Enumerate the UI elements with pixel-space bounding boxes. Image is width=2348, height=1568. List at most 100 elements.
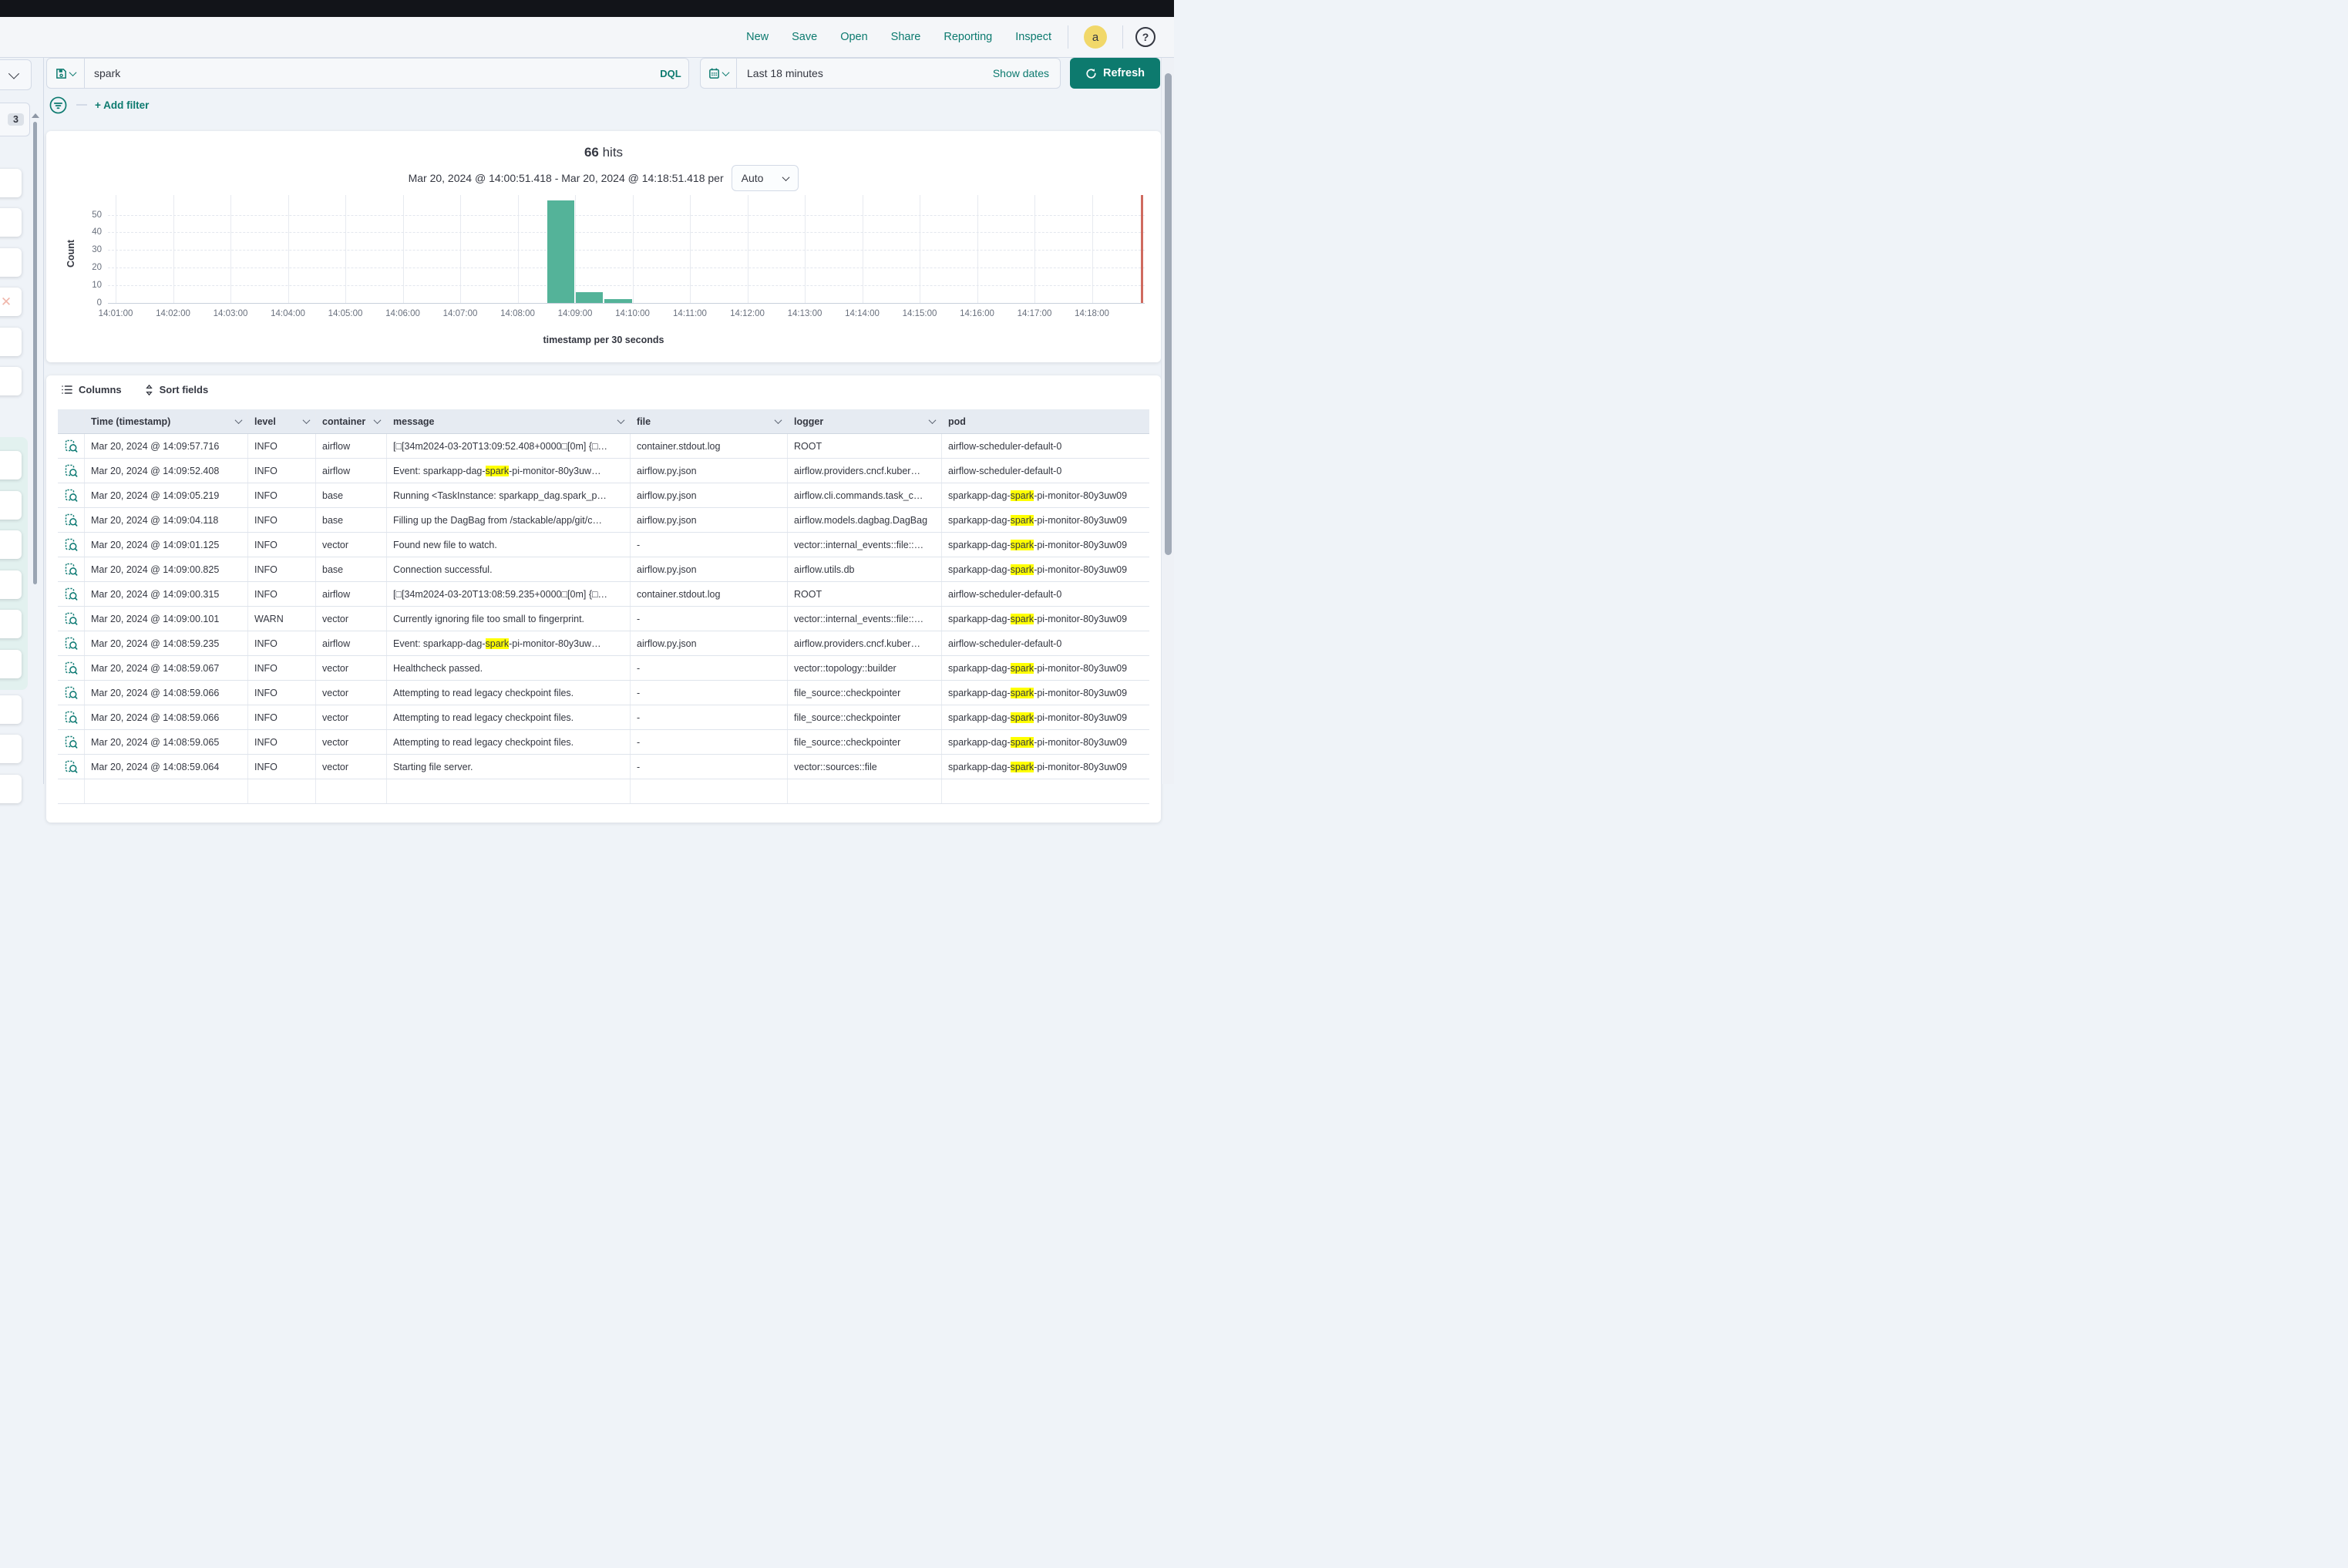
nav-new[interactable]: New [735, 31, 780, 43]
histogram-bar[interactable] [604, 299, 631, 303]
nav-reporting[interactable]: Reporting [932, 31, 1004, 43]
cell-level: INFO [248, 730, 316, 754]
header-pod[interactable]: pod [942, 409, 1149, 433]
sidebar-scrollbar[interactable] [33, 122, 37, 584]
nav-open[interactable]: Open [829, 31, 879, 43]
expand-document-icon[interactable] [65, 464, 78, 477]
header-logger[interactable]: logger [788, 409, 942, 433]
expand-document-icon[interactable] [65, 612, 78, 625]
field-card[interactable] [0, 328, 22, 356]
filter-icon[interactable] [49, 96, 67, 114]
field-card[interactable] [0, 491, 22, 520]
chevron-down-icon[interactable] [235, 416, 243, 424]
header-message[interactable]: message [387, 409, 631, 433]
avatar[interactable]: a [1084, 25, 1107, 49]
expand-document-icon[interactable] [65, 439, 78, 453]
date-range-value[interactable]: Last 18 minutes [737, 67, 993, 79]
field-card[interactable] [0, 208, 22, 237]
x-tick-label: 14:17:00 [1018, 309, 1052, 318]
chevron-down-icon[interactable] [775, 416, 782, 424]
query-language-button[interactable]: DQL [653, 59, 688, 88]
table-row[interactable]: Mar 20, 2024 @ 14:09:00.315 INFO airflow… [58, 582, 1149, 607]
nav-inspect[interactable]: Inspect [1004, 31, 1063, 43]
cell-logger: airflow.utils.db [788, 557, 942, 581]
field-card[interactable] [0, 530, 22, 559]
cell-message: Filling up the DagBag from /stackable/ap… [387, 508, 631, 532]
table-row[interactable]: Mar 20, 2024 @ 14:09:57.716 INFO airflow… [58, 434, 1149, 459]
header-expand-column [58, 409, 85, 433]
table-row[interactable]: Mar 20, 2024 @ 14:08:59.064 INFO vector … [58, 755, 1149, 779]
expand-document-icon[interactable] [65, 489, 78, 502]
cell-pod: sparkapp-dag-spark-pi-monitor-80y3uw09 [942, 533, 1149, 557]
sidebar-field-count[interactable]: 3 [0, 103, 30, 136]
header-container[interactable]: container [316, 409, 387, 433]
remove-field-icon[interactable]: ✕ [0, 288, 22, 316]
field-card[interactable] [0, 248, 22, 277]
table-row[interactable]: Mar 20, 2024 @ 14:08:59.235 INFO airflow… [58, 631, 1149, 656]
chevron-down-icon[interactable] [617, 416, 625, 424]
page-scrollbar[interactable] [1161, 58, 1174, 784]
chevron-down-icon[interactable] [303, 416, 311, 424]
table-row[interactable]: Mar 20, 2024 @ 14:09:04.118 INFO base Fi… [58, 508, 1149, 533]
highlight: spark [1011, 737, 1034, 748]
nav-save[interactable]: Save [780, 31, 829, 43]
saved-query-menu-button[interactable] [47, 59, 85, 88]
table-row[interactable]: Mar 20, 2024 @ 14:08:59.067 INFO vector … [58, 656, 1149, 681]
header-level[interactable]: level [248, 409, 316, 433]
table-row[interactable]: Mar 20, 2024 @ 14:08:59.066 INFO vector … [58, 681, 1149, 705]
chevron-down-icon [722, 69, 730, 76]
field-card[interactable] [0, 570, 22, 599]
expand-document-icon[interactable] [65, 661, 78, 675]
refresh-button[interactable]: Refresh [1070, 58, 1160, 89]
cell-message: Found new file to watch. [387, 533, 631, 557]
histogram-plot[interactable]: 14:01:0014:02:0014:03:0014:04:0014:05:00… [46, 131, 1161, 362]
header-file[interactable]: file [631, 409, 788, 433]
table-row[interactable]: Mar 20, 2024 @ 14:09:05.219 INFO base Ru… [58, 483, 1149, 508]
help-icon[interactable]: ? [1135, 27, 1155, 47]
cell-pod: sparkapp-dag-spark-pi-monitor-80y3uw09 [942, 656, 1149, 680]
chevron-down-icon[interactable] [374, 416, 382, 424]
field-card[interactable] [0, 735, 22, 763]
table-row[interactable]: Mar 20, 2024 @ 14:08:59.066 INFO vector … [58, 705, 1149, 730]
sidebar-scroll-up-icon[interactable] [32, 113, 39, 118]
expand-document-icon[interactable] [65, 735, 78, 749]
add-filter-button[interactable]: + Add filter [95, 99, 149, 111]
field-card[interactable] [0, 451, 22, 479]
table-row[interactable]: Mar 20, 2024 @ 14:09:00.825 INFO base Co… [58, 557, 1149, 582]
columns-button[interactable]: Columns [62, 384, 122, 395]
sort-fields-button[interactable]: Sort fields [145, 384, 209, 395]
top-dark-bar [0, 0, 1174, 17]
columns-button-label: Columns [79, 384, 122, 395]
field-card[interactable]: ✕ [0, 288, 22, 316]
cell-container: base [316, 508, 387, 532]
field-card[interactable] [0, 695, 22, 724]
field-card[interactable] [0, 169, 22, 197]
highlight: spark [1011, 515, 1034, 526]
field-card[interactable] [0, 650, 22, 678]
expand-document-icon[interactable] [65, 513, 78, 527]
table-row[interactable]: Mar 20, 2024 @ 14:09:01.125 INFO vector … [58, 533, 1149, 557]
expand-document-icon[interactable] [65, 538, 78, 551]
field-card[interactable] [0, 610, 22, 638]
show-dates-button[interactable]: Show dates [993, 67, 1060, 79]
field-card[interactable] [0, 367, 22, 395]
field-card[interactable] [0, 775, 22, 803]
table-row[interactable]: Mar 20, 2024 @ 14:09:52.408 INFO airflow… [58, 459, 1149, 483]
expand-document-icon[interactable] [65, 587, 78, 601]
expand-document-icon[interactable] [65, 711, 78, 724]
expand-document-icon[interactable] [65, 686, 78, 699]
date-quick-select-button[interactable] [701, 59, 737, 88]
table-row[interactable]: Mar 20, 2024 @ 14:09:00.101 WARN vector … [58, 607, 1149, 631]
page-scrollbar-thumb[interactable] [1165, 73, 1172, 555]
chevron-down-icon[interactable] [929, 416, 937, 424]
histogram-bar[interactable] [576, 292, 603, 303]
expand-document-icon[interactable] [65, 563, 78, 576]
header-time[interactable]: Time (timestamp) [85, 409, 248, 433]
table-row[interactable]: Mar 20, 2024 @ 14:08:59.065 INFO vector … [58, 730, 1149, 755]
sidebar-collapse-button[interactable] [0, 59, 32, 90]
histogram-bar[interactable] [547, 200, 574, 303]
search-input[interactable]: spark [85, 59, 653, 88]
expand-document-icon[interactable] [65, 760, 78, 773]
nav-share[interactable]: Share [880, 31, 933, 43]
expand-document-icon[interactable] [65, 637, 78, 650]
